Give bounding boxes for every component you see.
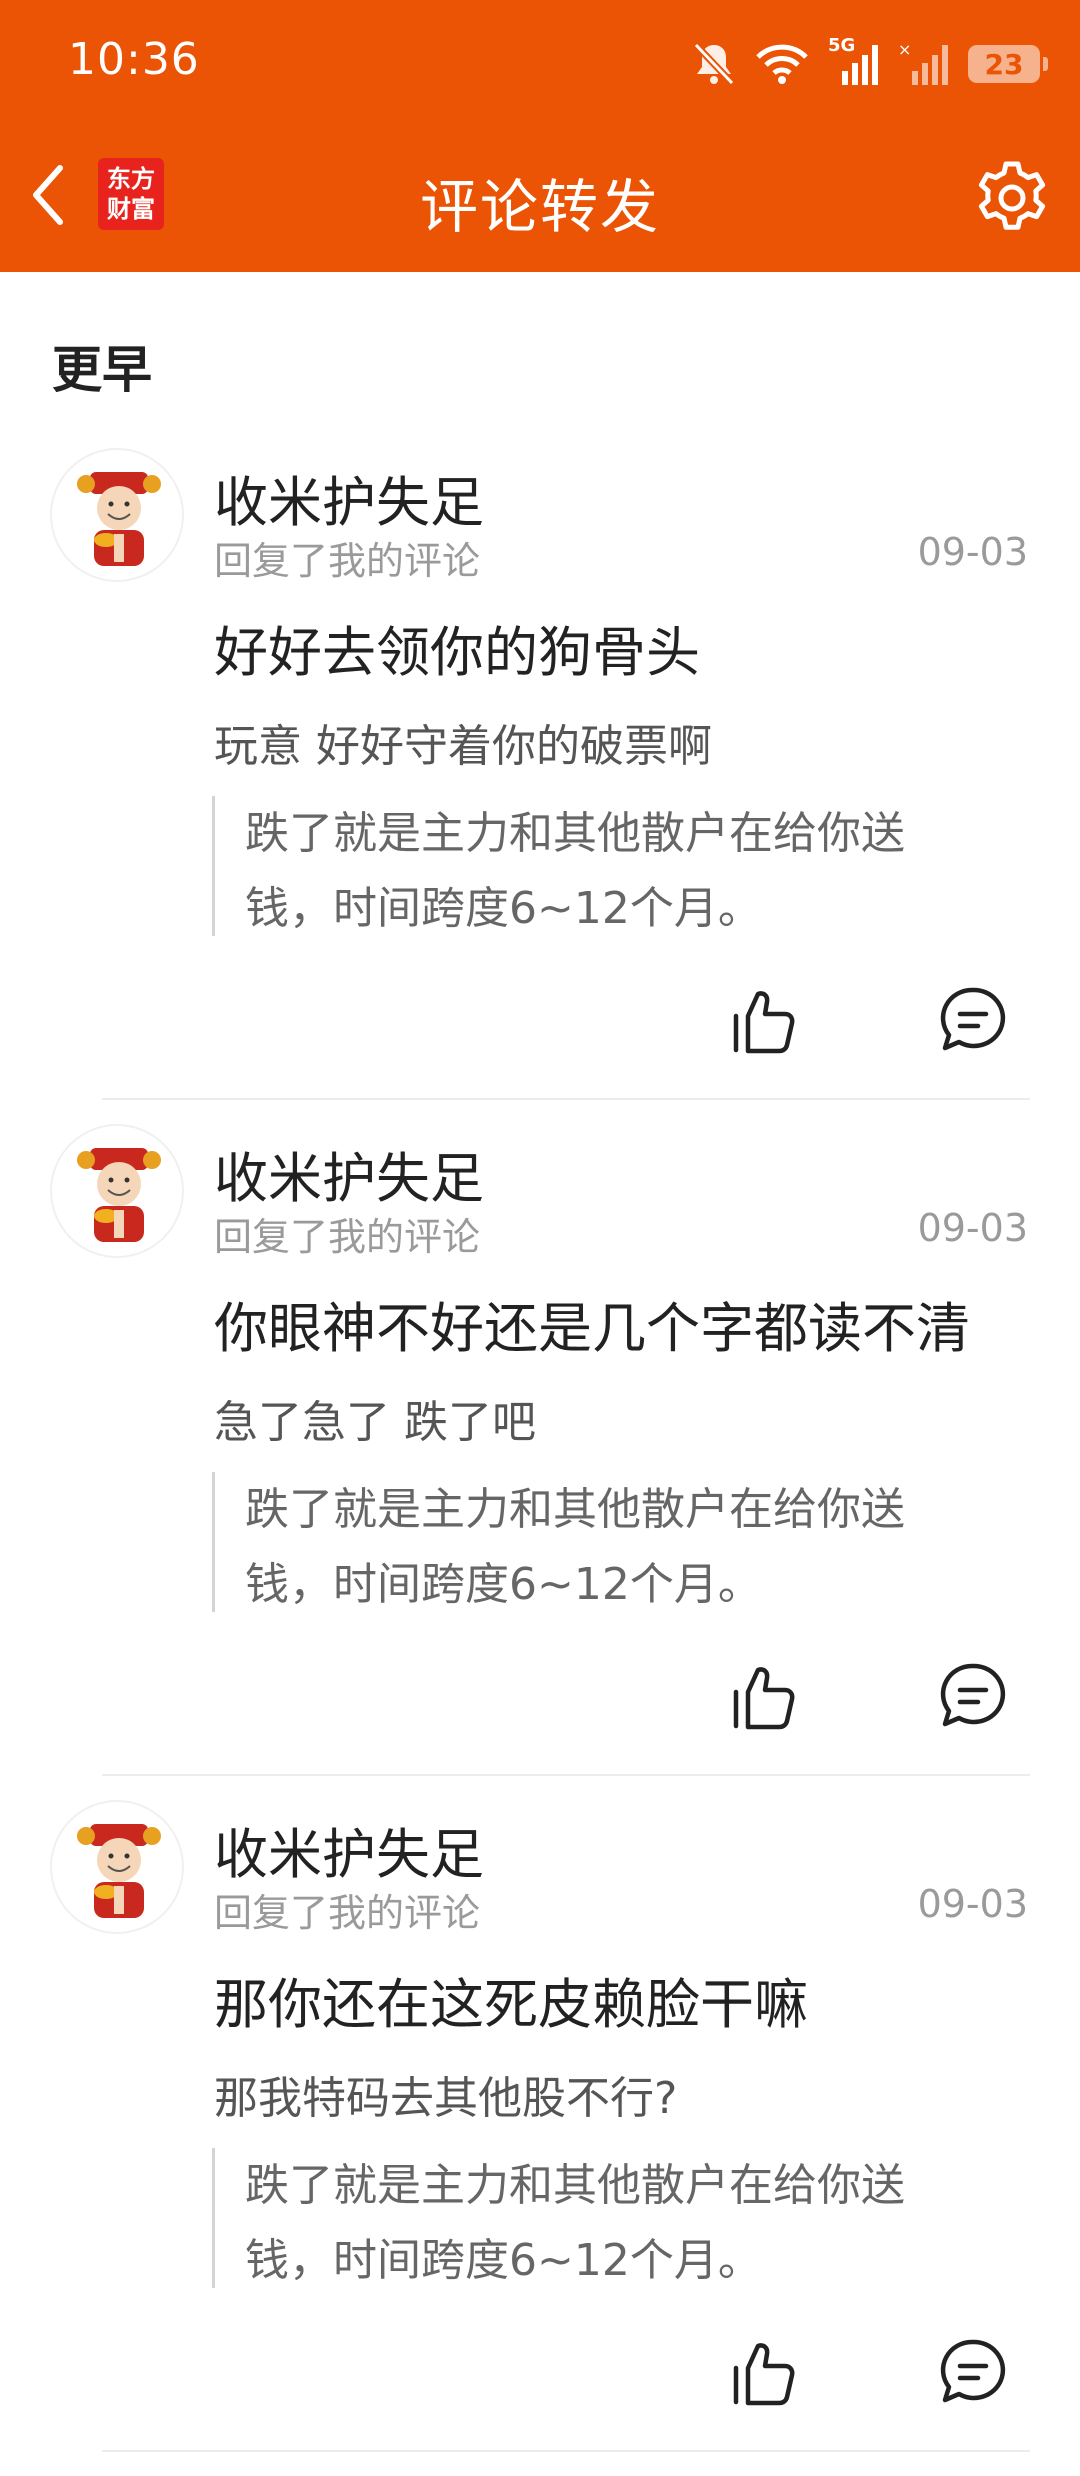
thumbs-up-icon[interactable] bbox=[730, 2338, 800, 2408]
status-icons: 5G × 23 bbox=[692, 35, 1048, 92]
quote-line2: 钱，时间跨度6~12个月。 bbox=[245, 883, 762, 934]
username[interactable]: 收米护失足 bbox=[214, 458, 484, 537]
reply-title[interactable]: 那你还在这死皮赖脸干嘛 bbox=[214, 1960, 808, 2039]
action-text: 回复了我的评论 bbox=[214, 539, 481, 583]
quote-line1: 跌了就是主力和其他散户在给你送 bbox=[245, 2160, 905, 2211]
wifi-icon bbox=[756, 44, 808, 84]
reply-body[interactable]: 急了急了 跌了吧 bbox=[214, 1386, 536, 1450]
comment-icon[interactable] bbox=[938, 984, 1008, 1054]
bell-off-icon bbox=[693, 42, 735, 86]
comment-item[interactable]: 收米护失足 回复了我的评论 09-03 好好去领你的狗骨头 玩意 好好守着你的破… bbox=[0, 448, 1080, 1124]
status-time: 10:36 bbox=[68, 34, 200, 85]
divider bbox=[102, 1098, 1030, 1100]
date: 09-03 bbox=[917, 1206, 1028, 1250]
quoted-comment[interactable]: 跌了就是主力和其他散户在给你送 钱，时间跨度6~12个月。 bbox=[212, 2148, 972, 2288]
divider bbox=[102, 1774, 1030, 1776]
comment-item[interactable]: 收米护失足 回复了我的评论 09-03 你眼神不好还是几个字都读不清 急了急了 … bbox=[0, 1124, 1080, 1800]
quote-line1: 跌了就是主力和其他散户在给你送 bbox=[245, 808, 905, 859]
reply-body[interactable]: 那我特码去其他股不行? bbox=[214, 2062, 677, 2126]
comment-icon[interactable] bbox=[938, 1660, 1008, 1730]
avatar[interactable] bbox=[50, 1800, 184, 1934]
date: 09-03 bbox=[917, 1882, 1028, 1926]
quoted-comment[interactable]: 跌了就是主力和其他散户在给你送 钱，时间跨度6~12个月。 bbox=[212, 1472, 972, 1612]
username[interactable]: 收米护失足 bbox=[214, 1810, 484, 1889]
thumbs-up-icon[interactable] bbox=[730, 986, 800, 1056]
thumbs-up-icon[interactable] bbox=[730, 1662, 800, 1732]
section-label: 更早 bbox=[52, 341, 152, 399]
quote-line2: 钱，时间跨度6~12个月。 bbox=[245, 1559, 762, 1610]
signal-no-service-icon: × bbox=[898, 41, 948, 85]
page-title: 评论转发 bbox=[419, 173, 660, 241]
comment-item[interactable]: 收米护失足 回复了我的评论 09-03 那你还在这死皮赖脸干嘛 那我特码去其他股… bbox=[0, 1800, 1080, 2476]
svg-text:×: × bbox=[898, 41, 911, 59]
reply-title[interactable]: 你眼神不好还是几个字都读不清 bbox=[214, 1284, 970, 1363]
divider bbox=[102, 2450, 1030, 2452]
reply-body[interactable]: 玩意 好好守着你的破票啊 bbox=[214, 710, 712, 774]
top-bar: 10:36 5G × 23 东方 财富 评论转发 bbox=[0, 0, 1080, 272]
quote-line1: 跌了就是主力和其他散户在给你送 bbox=[245, 1484, 905, 1535]
reply-title[interactable]: 好好去领你的狗骨头 bbox=[214, 608, 700, 687]
action-text: 回复了我的评论 bbox=[214, 1215, 481, 1259]
action-text: 回复了我的评论 bbox=[214, 1891, 481, 1935]
avatar[interactable] bbox=[50, 1124, 184, 1258]
battery-icon: 23 bbox=[968, 45, 1048, 83]
username[interactable]: 收米护失足 bbox=[214, 1134, 484, 1213]
avatar[interactable] bbox=[50, 448, 184, 582]
date: 09-03 bbox=[917, 530, 1028, 574]
comment-icon[interactable] bbox=[938, 2336, 1008, 2406]
gear-icon[interactable] bbox=[972, 158, 1052, 238]
quoted-comment[interactable]: 跌了就是主力和其他散户在给你送 钱，时间跨度6~12个月。 bbox=[212, 796, 972, 936]
signal-5g-icon: 5G bbox=[828, 35, 880, 87]
quote-line2: 钱，时间跨度6~12个月。 bbox=[245, 2235, 762, 2286]
